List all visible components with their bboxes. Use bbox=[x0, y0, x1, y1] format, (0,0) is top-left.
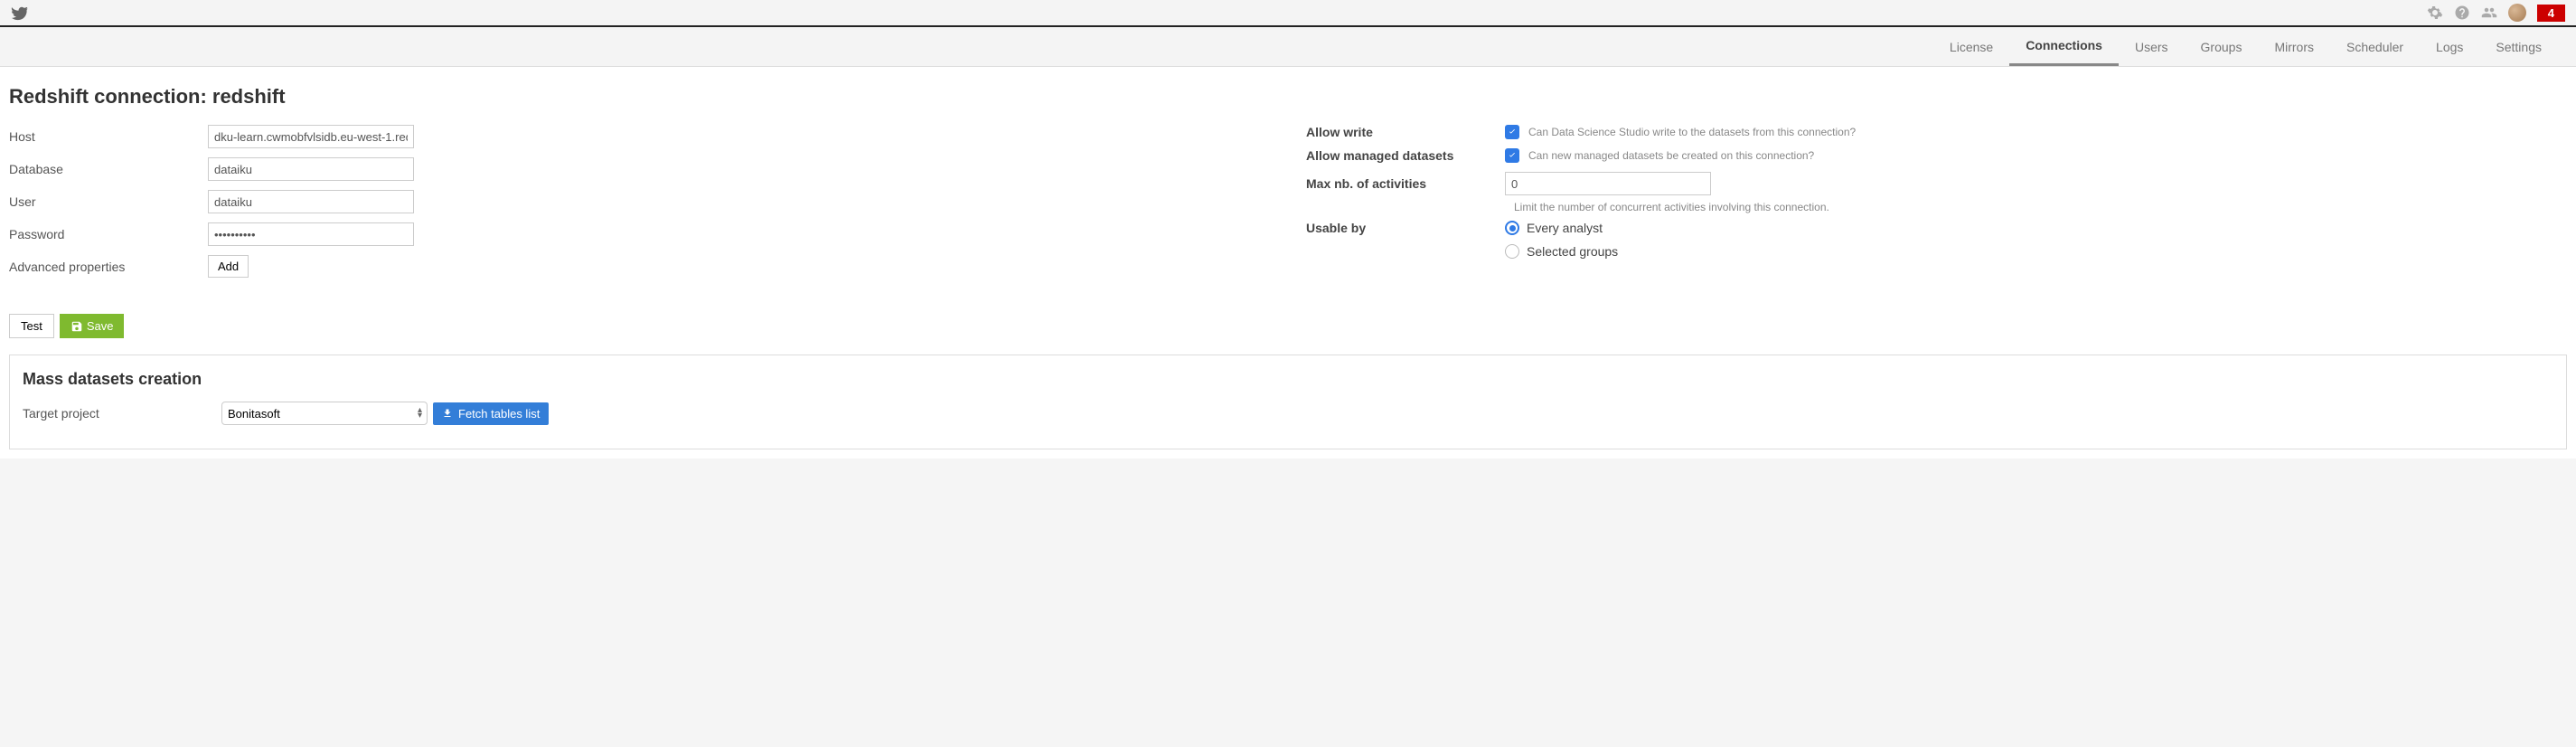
tab-scheduler[interactable]: Scheduler bbox=[2330, 27, 2420, 66]
database-input[interactable] bbox=[208, 157, 414, 181]
download-icon bbox=[442, 408, 453, 419]
database-label: Database bbox=[9, 162, 208, 176]
people-icon[interactable] bbox=[2481, 5, 2497, 21]
tab-license[interactable]: License bbox=[1933, 27, 2009, 66]
usable-every-radio[interactable] bbox=[1505, 221, 1519, 235]
user-input[interactable] bbox=[208, 190, 414, 213]
user-label: User bbox=[9, 194, 208, 209]
allow-managed-help: Can new managed datasets be created on t… bbox=[1528, 149, 1814, 162]
page-title: Redshift connection: redshift bbox=[9, 85, 2567, 109]
usable-every-label: Every analyst bbox=[1527, 221, 1603, 235]
max-activities-label: Max nb. of activities bbox=[1306, 176, 1505, 191]
bird-logo-icon bbox=[11, 5, 29, 21]
add-property-button[interactable]: Add bbox=[208, 255, 249, 278]
allow-managed-label: Allow managed datasets bbox=[1306, 148, 1505, 163]
host-input[interactable] bbox=[208, 125, 414, 148]
advanced-properties-label: Advanced properties bbox=[9, 260, 208, 274]
connection-form-left: Host Database User Password Advanced pro… bbox=[9, 125, 1270, 287]
help-icon[interactable] bbox=[2454, 5, 2470, 21]
allow-write-help: Can Data Science Studio write to the dat… bbox=[1528, 126, 1856, 138]
max-activities-input[interactable] bbox=[1505, 172, 1711, 195]
usable-selected-radio[interactable] bbox=[1505, 244, 1519, 259]
usable-selected-label: Selected groups bbox=[1527, 244, 1618, 259]
save-button[interactable]: Save bbox=[60, 314, 125, 338]
tab-groups[interactable]: Groups bbox=[2185, 27, 2259, 66]
admin-tabs: License Connections Users Groups Mirrors… bbox=[0, 27, 2576, 67]
allow-write-label: Allow write bbox=[1306, 125, 1505, 139]
usable-by-label: Usable by bbox=[1306, 221, 1505, 235]
fetch-tables-label: Fetch tables list bbox=[458, 407, 540, 421]
save-button-label: Save bbox=[87, 319, 114, 333]
floppy-icon bbox=[71, 320, 83, 333]
main-content: Redshift connection: redshift Host Datab… bbox=[0, 67, 2576, 459]
test-button[interactable]: Test bbox=[9, 314, 54, 338]
tab-mirrors[interactable]: Mirrors bbox=[2258, 27, 2330, 66]
tab-connections[interactable]: Connections bbox=[2009, 27, 2119, 66]
password-input[interactable] bbox=[208, 222, 414, 246]
target-project-select[interactable]: Bonitasoft bbox=[221, 402, 428, 425]
fetch-tables-button[interactable]: Fetch tables list bbox=[433, 402, 549, 425]
host-label: Host bbox=[9, 129, 208, 144]
tab-users[interactable]: Users bbox=[2119, 27, 2185, 66]
max-activities-hint: Limit the number of concurrent activitie… bbox=[1514, 201, 2567, 213]
gear-icon[interactable] bbox=[2427, 5, 2443, 21]
tab-settings[interactable]: Settings bbox=[2479, 27, 2558, 66]
tab-logs[interactable]: Logs bbox=[2420, 27, 2479, 66]
notification-badge[interactable]: 4 bbox=[2537, 5, 2565, 22]
topbar: 4 bbox=[0, 0, 2576, 27]
target-project-label: Target project bbox=[23, 406, 221, 421]
allow-write-checkbox[interactable] bbox=[1505, 125, 1519, 139]
connection-form-right: Allow write Can Data Science Studio writ… bbox=[1306, 125, 2567, 287]
mass-datasets-panel: Mass datasets creation Target project Bo… bbox=[9, 355, 2567, 449]
allow-managed-checkbox[interactable] bbox=[1505, 148, 1519, 163]
avatar[interactable] bbox=[2508, 4, 2526, 22]
mass-datasets-title: Mass datasets creation bbox=[23, 370, 2553, 389]
password-label: Password bbox=[9, 227, 208, 241]
